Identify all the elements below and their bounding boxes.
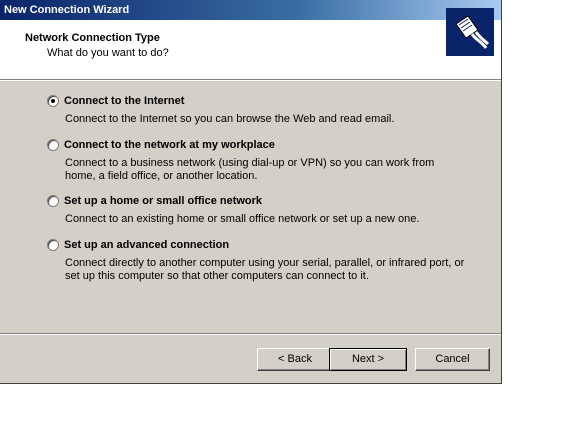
network-cable-icon (446, 8, 494, 56)
page-subtitle: What do you want to do? (47, 47, 169, 59)
option-label[interactable]: Set up an advanced connection (64, 239, 229, 251)
option-description: Connect directly to another computer usi… (65, 257, 465, 282)
page-title: Network Connection Type (25, 32, 160, 44)
radio-selected-dot (51, 99, 55, 103)
wizard-window: New Connection Wizard Network Connection… (0, 0, 502, 384)
option-description: Connect to an existing home or small off… (65, 213, 420, 225)
option-description: Connect to a business network (using dia… (65, 157, 435, 182)
window-title: New Connection Wizard (4, 4, 130, 16)
back-button[interactable]: < Back (257, 348, 333, 371)
radio-workplace-network[interactable] (47, 139, 59, 151)
option-label[interactable]: Connect to the network at my workplace (64, 139, 275, 151)
radio-home-network[interactable] (47, 195, 59, 207)
radio-connect-internet[interactable] (47, 95, 59, 107)
radio-advanced-connection[interactable] (47, 239, 59, 251)
title-bar[interactable]: New Connection Wizard (0, 0, 501, 20)
header-divider (0, 79, 501, 81)
cancel-button[interactable]: Cancel (415, 348, 490, 371)
next-button[interactable]: Next > (329, 348, 407, 371)
footer-divider (0, 333, 501, 335)
option-label[interactable]: Set up a home or small office network (64, 195, 262, 207)
wizard-header: Network Connection Type What do you want… (0, 20, 501, 79)
option-description: Connect to the Internet so you can brows… (65, 113, 395, 125)
option-label[interactable]: Connect to the Internet (64, 95, 184, 107)
